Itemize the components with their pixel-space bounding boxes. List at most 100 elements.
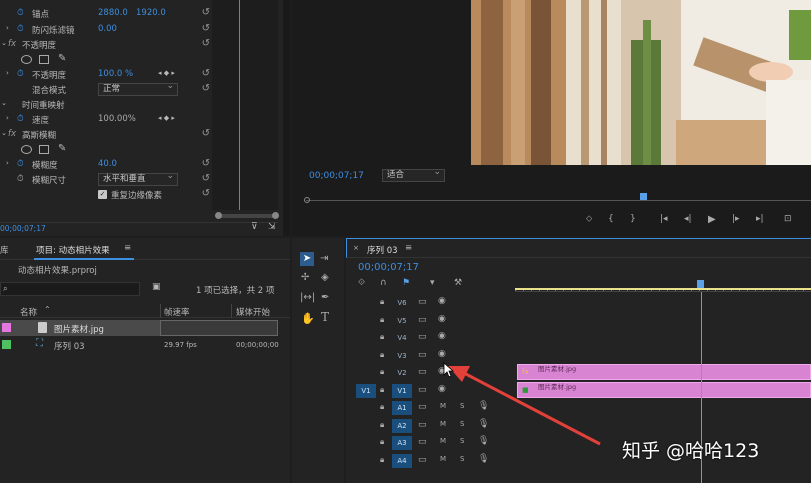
rectangle-mask-icon[interactable] xyxy=(39,145,49,154)
effect-row-antiflicker[interactable]: › ⏱ 防闪烁滤镜 0.00 ↺ xyxy=(0,22,215,37)
go-to-in-icon[interactable]: |◂ xyxy=(660,214,668,224)
reset-icon[interactable]: ↺ xyxy=(202,128,210,139)
export-icon[interactable]: ⇲ xyxy=(268,222,276,232)
step-forward-icon[interactable]: |▸ xyxy=(732,214,740,224)
timeline-timecode[interactable]: 00;00;07;17 xyxy=(358,262,419,273)
toggle-output-eye-icon[interactable]: ◉ xyxy=(438,349,446,359)
reset-icon[interactable]: ↺ xyxy=(202,158,210,169)
track-target-a2[interactable]: A2 xyxy=(392,418,412,433)
tab-sequence[interactable]: 序列 03 xyxy=(367,244,398,256)
label-color-swatch[interactable] xyxy=(2,323,11,332)
play-icon[interactable]: ▶ xyxy=(708,214,716,225)
col-fps[interactable]: 帧速率 xyxy=(164,306,190,318)
close-icon[interactable]: × xyxy=(353,244,359,252)
type-tool-icon[interactable]: T xyxy=(321,310,329,324)
panel-menu-icon[interactable]: ≡ xyxy=(405,243,412,253)
effect-header-time-remap[interactable]: ⌄ 时间重映射 xyxy=(0,97,215,112)
snap-icon[interactable]: ∩ xyxy=(380,278,387,288)
effect-row-anchor[interactable]: ⏱ 锚点 2880.0 1920.0 ↺ xyxy=(0,6,215,21)
expand-chevron-icon[interactable]: ⌄ xyxy=(1,39,7,47)
nest-icon[interactable]: ⟐ xyxy=(358,278,365,288)
pen-mask-icon[interactable]: ✎ xyxy=(58,143,66,154)
go-to-out-icon[interactable]: ▸| xyxy=(756,214,764,224)
sync-lock-icon[interactable]: ▭ xyxy=(418,297,427,307)
project-search-input[interactable]: ⌕ xyxy=(0,282,140,296)
tab-library[interactable]: 库 xyxy=(0,244,9,256)
settings-wrench-icon[interactable]: ⚒ xyxy=(454,278,462,288)
video-preview[interactable] xyxy=(471,0,811,165)
antiflicker-value[interactable]: 0.00 xyxy=(98,24,117,34)
ellipse-mask-icon[interactable] xyxy=(21,145,32,154)
add-marker-icon[interactable]: ▾ xyxy=(430,278,435,288)
lock-icon[interactable]: 🔒︎ xyxy=(380,315,384,325)
linked-selection-icon[interactable]: ⚑ xyxy=(402,278,410,288)
fit-dropdown[interactable]: 适合 xyxy=(382,167,445,182)
sync-lock-icon[interactable]: ▭ xyxy=(418,455,427,465)
stopwatch-icon[interactable]: ⏱ xyxy=(17,174,24,184)
expand-chevron-icon[interactable]: › xyxy=(6,114,9,122)
reset-icon[interactable]: ↺ xyxy=(202,68,210,79)
ellipse-mask-icon[interactable] xyxy=(21,55,32,64)
razor-tool-icon[interactable]: ◈ xyxy=(321,272,329,283)
program-timecode[interactable]: 00;00;07;17 xyxy=(309,171,364,181)
lock-icon[interactable]: 🔒︎ xyxy=(380,332,384,342)
sync-lock-icon[interactable]: ▭ xyxy=(418,367,427,377)
insert-icon[interactable]: ⊡ xyxy=(784,214,792,224)
new-bin-icon[interactable]: ▣ xyxy=(152,282,161,292)
blend-mode-dropdown[interactable]: 正常 xyxy=(98,81,178,96)
lock-icon[interactable]: 🔒︎ xyxy=(380,367,384,377)
mark-in-icon[interactable]: { xyxy=(608,214,614,224)
reset-icon[interactable]: ↺ xyxy=(202,188,210,199)
anchor-x-value[interactable]: 2880.0 xyxy=(98,8,128,18)
col-name[interactable]: 名称 xyxy=(20,306,37,318)
track-target-v2[interactable]: V2 xyxy=(392,366,412,380)
expand-chevron-icon[interactable]: › xyxy=(6,69,9,77)
track-target-a1[interactable]: A1 xyxy=(392,401,412,415)
effect-row-blurriness[interactable]: › ⏱ 模糊度 40.0 ↺ xyxy=(0,157,215,172)
mute-button[interactable]: M xyxy=(440,455,446,463)
step-back-icon[interactable]: ◂| xyxy=(684,214,692,224)
keyframe-nav-icon[interactable]: ◂ ◆ ▸ xyxy=(158,114,175,122)
track-v4[interactable]: 🔒︎ V4 ▭ ◉ xyxy=(346,329,811,346)
stopwatch-icon[interactable]: ⏱ xyxy=(17,114,24,124)
mark-out-icon[interactable]: } xyxy=(630,214,636,224)
reset-icon[interactable]: ↺ xyxy=(202,7,210,18)
lock-icon[interactable]: 🔒︎ xyxy=(380,385,384,395)
expand-chevron-icon[interactable]: › xyxy=(6,24,9,32)
slip-tool-icon[interactable]: |↔| xyxy=(300,292,315,303)
panel-menu-icon[interactable]: ≡ xyxy=(124,243,131,253)
ripple-edit-tool-icon[interactable]: ✢ xyxy=(301,272,309,283)
project-item[interactable]: 图片素材.jpg xyxy=(0,320,278,336)
col-media-start[interactable]: 媒体开始 xyxy=(236,306,270,318)
expand-chevron-icon[interactable]: › xyxy=(6,159,9,167)
anchor-y-value[interactable]: 1920.0 xyxy=(136,8,166,18)
effect-row-speed[interactable]: › ⏱ 速度 100.00% ◂ ◆ ▸ xyxy=(0,112,215,127)
track-target-v5[interactable]: V5 xyxy=(392,314,412,328)
reset-icon[interactable]: ↺ xyxy=(202,83,210,94)
playhead-marker[interactable] xyxy=(640,193,647,200)
pen-mask-icon[interactable]: ✎ xyxy=(58,53,66,64)
sync-lock-icon[interactable]: ▭ xyxy=(418,402,427,412)
effect-timecode[interactable]: 00;00;07;17 xyxy=(0,224,46,233)
reset-icon[interactable]: ↺ xyxy=(202,173,210,184)
lock-icon[interactable]: 🔒︎ xyxy=(380,297,384,307)
effect-scrollbar[interactable] xyxy=(215,212,279,219)
blur-dimensions-dropdown[interactable]: 水平和垂直 xyxy=(98,171,178,186)
label-color-swatch[interactable] xyxy=(2,340,11,349)
rectangle-mask-icon[interactable] xyxy=(39,55,49,64)
lock-icon[interactable]: 🔒︎ xyxy=(380,350,384,360)
program-time-ruler[interactable] xyxy=(304,193,811,204)
effect-keyframe-area[interactable] xyxy=(212,0,278,210)
effect-header-opacity[interactable]: ⌄ fx 不透明度 ↺ xyxy=(0,37,215,52)
stopwatch-icon[interactable]: ⏱ xyxy=(17,159,24,169)
toggle-output-eye-icon[interactable]: ◉ xyxy=(438,296,446,306)
track-v6[interactable]: 🔒︎ V6 ▭ ◉ xyxy=(346,294,811,311)
reset-icon[interactable]: ↺ xyxy=(202,38,210,49)
lock-icon[interactable]: 🔒︎ xyxy=(380,437,384,447)
source-patch-v1[interactable]: V1 xyxy=(356,383,376,398)
effect-row-opacity[interactable]: › ⏱ 不透明度 100.0 % ◂ ◆ ▸ ↺ xyxy=(0,67,215,82)
pen-tool-icon[interactable]: ✒ xyxy=(321,292,329,303)
track-target-v1[interactable]: V1 xyxy=(392,383,412,398)
filter-icon[interactable]: ⊽ xyxy=(251,222,258,232)
repeat-edge-checkbox[interactable]: ✓ xyxy=(98,190,107,199)
